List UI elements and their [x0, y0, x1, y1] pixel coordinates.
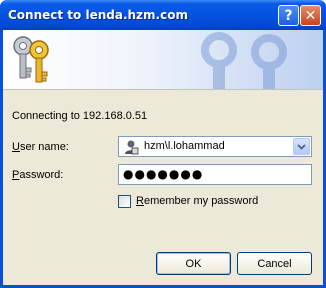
username-combobox[interactable]: hzm\l.lohammad — [118, 136, 312, 157]
dialog-body: Connecting to 192.168.0.51 User name: hz… — [3, 30, 323, 285]
username-dropdown-button[interactable] — [293, 138, 310, 155]
window-title: Connect to lenda.hzm.com — [8, 8, 188, 22]
connect-dialog: Connect to lenda.hzm.com ? ✕ Connecting … — [0, 0, 326, 288]
ok-button[interactable]: OK — [156, 252, 231, 275]
remember-password-label[interactable]: Remember my password — [136, 195, 258, 207]
close-button[interactable]: ✕ — [300, 5, 321, 26]
help-icon: ? — [284, 7, 293, 24]
title-bar[interactable]: Connect to lenda.hzm.com ? ✕ — [0, 0, 326, 30]
remember-password-checkbox[interactable] — [118, 195, 131, 208]
dialog-banner — [3, 30, 323, 90]
banner-watermark-icon — [201, 32, 287, 89]
username-label: User name: — [12, 141, 69, 153]
close-icon: ✕ — [304, 7, 317, 24]
connecting-text: Connecting to 192.168.0.51 — [12, 110, 148, 122]
chevron-down-icon — [297, 143, 306, 150]
password-label: Password: — [12, 169, 64, 181]
help-button[interactable]: ? — [278, 5, 299, 26]
username-value: hzm\l.lohammad — [144, 140, 225, 152]
cancel-button[interactable]: Cancel — [237, 252, 312, 275]
user-account-icon — [125, 140, 139, 155]
password-field[interactable]: ●●●●●●● — [118, 164, 312, 185]
keys-icon — [13, 36, 49, 83]
